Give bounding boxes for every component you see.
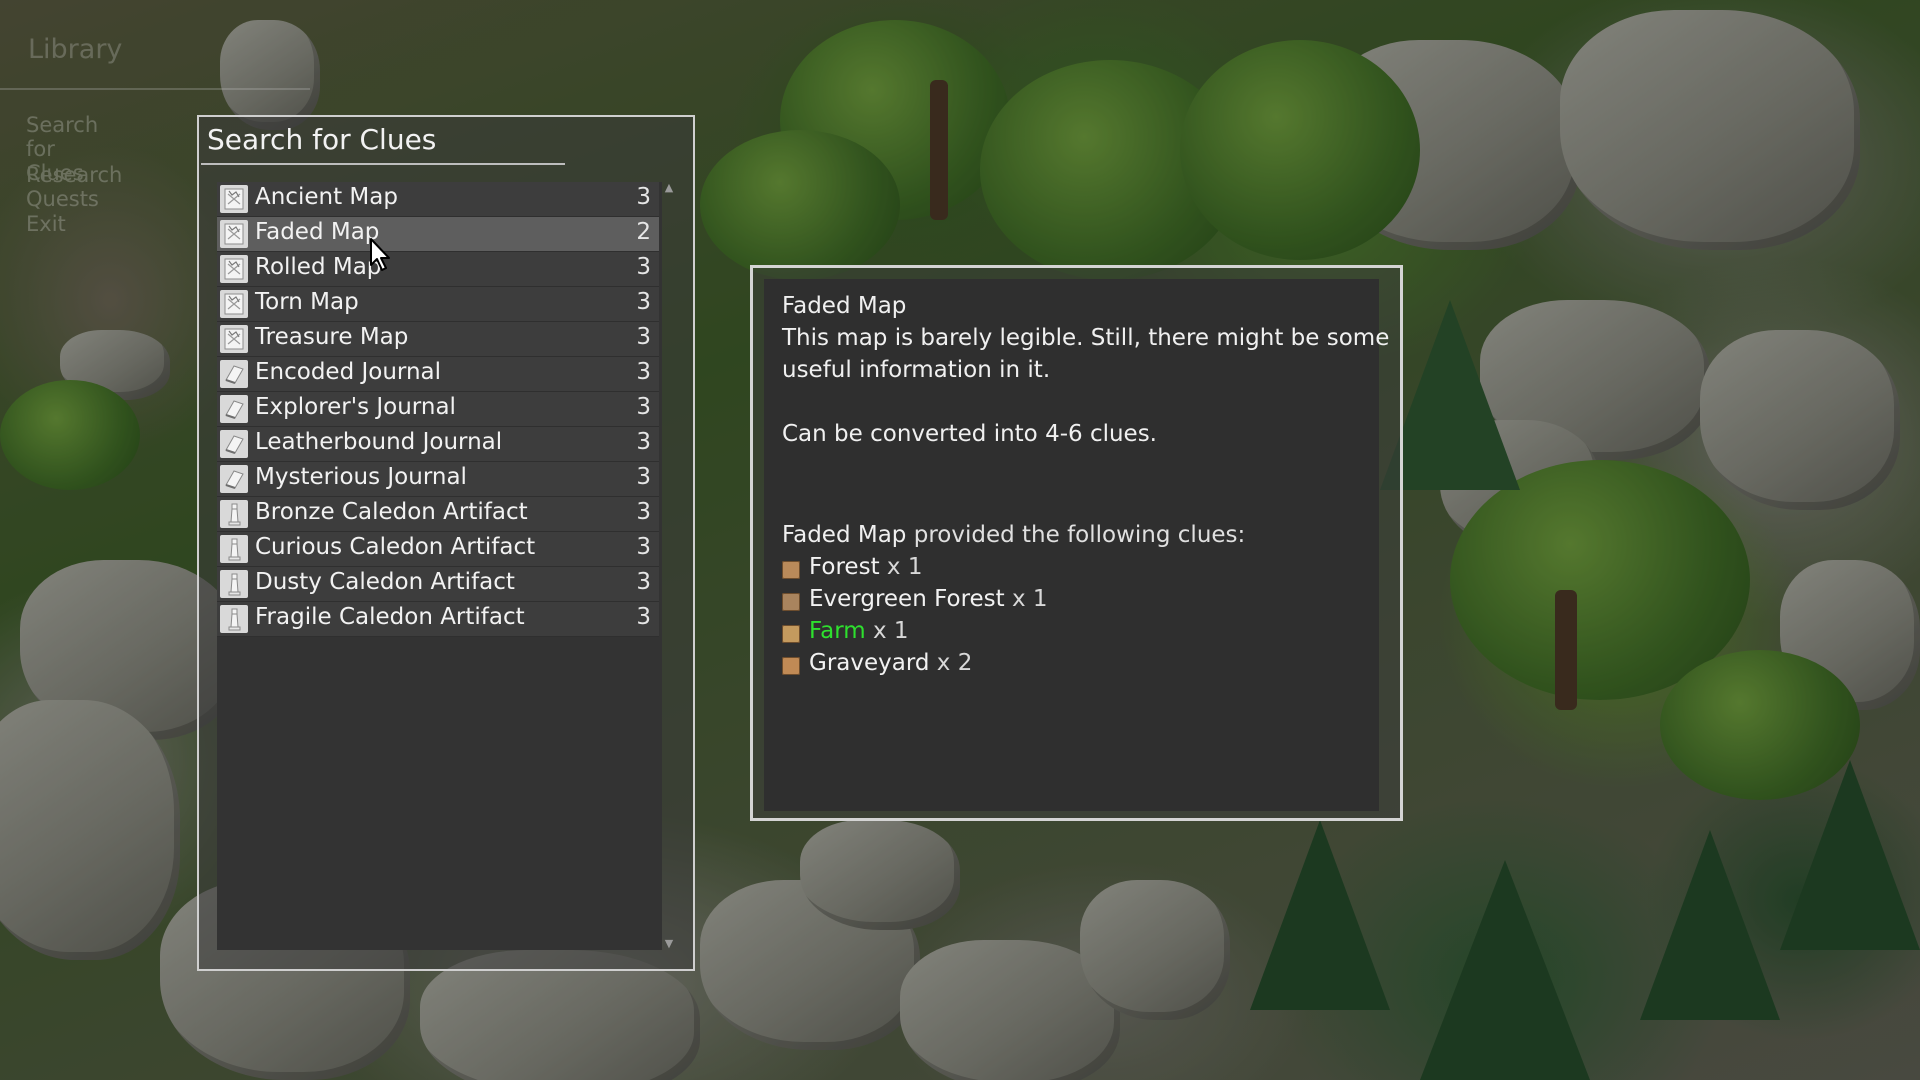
clue-item-row[interactable]: Ancient Map 3 xyxy=(217,182,659,217)
clue-item-row[interactable]: Treasure Map 3 xyxy=(217,322,659,357)
artifact-icon xyxy=(220,570,248,598)
clue-quantity: x 2 xyxy=(929,650,973,676)
clue-item-count: 3 xyxy=(636,604,651,630)
clue-item-count: 3 xyxy=(636,359,651,385)
clue-item-row[interactable]: Torn Map 3 xyxy=(217,287,659,322)
mouse-cursor-icon xyxy=(370,238,390,271)
clue-item-row[interactable]: Mysterious Journal 3 xyxy=(217,462,659,497)
clue-item-count: 3 xyxy=(636,569,651,595)
map-icon xyxy=(220,220,248,248)
clue-item-count: 3 xyxy=(636,464,651,490)
clue-item-name: Mysterious Journal xyxy=(255,464,467,490)
clue-item-name: Leatherbound Journal xyxy=(255,429,503,455)
clue-item-row[interactable]: Rolled Map 3 xyxy=(217,252,659,287)
clue-name: Graveyard xyxy=(809,650,930,676)
map-icon xyxy=(220,290,248,318)
detail-title: Faded Map xyxy=(782,293,907,319)
clue-name: Forest xyxy=(809,554,880,580)
clue-item-name: Explorer's Journal xyxy=(255,394,456,420)
clue-item-count: 3 xyxy=(636,534,651,560)
clue-item-list[interactable]: Ancient Map 3 Faded Map 2 Rolled Map 3 Torn Ma… xyxy=(217,182,662,950)
clue-item-row[interactable]: Encoded Journal 3 xyxy=(217,357,659,392)
clue-item-count: 3 xyxy=(636,289,651,315)
graveyard-tile-icon xyxy=(782,657,800,675)
clue-item-row[interactable]: Dusty Caledon Artifact 3 xyxy=(217,567,659,602)
detail-description-line: This map is barely legible. Still, there… xyxy=(782,325,1390,351)
journal-icon xyxy=(220,360,248,388)
artifact-icon xyxy=(220,500,248,528)
clue-item-name: Ancient Map xyxy=(255,184,398,210)
library-menu-item: Research Quests xyxy=(26,163,123,211)
clue-item-count: 3 xyxy=(636,499,651,525)
clue-name: Farm xyxy=(809,618,866,644)
clue-quantity: x 1 xyxy=(865,618,909,644)
journal-icon xyxy=(220,395,248,423)
clue-item-row[interactable]: Faded Map 2 xyxy=(217,217,659,252)
clue-item-count: 3 xyxy=(636,429,651,455)
clue-quantity: x 1 xyxy=(1004,586,1048,612)
clue-item-name: Dusty Caledon Artifact xyxy=(255,569,515,595)
clue-item-name: Fragile Caledon Artifact xyxy=(255,604,525,630)
clue-item-row[interactable]: Explorer's Journal 3 xyxy=(217,392,659,427)
search-for-clues-panel: Search for Clues Ancient Map 3 Faded Map 2 R… xyxy=(197,115,695,971)
map-icon xyxy=(220,185,248,213)
journal-icon xyxy=(220,430,248,458)
clue-item-name: Torn Map xyxy=(255,289,359,315)
evergreen-forest-tile-icon xyxy=(782,593,800,611)
provided-clues-heading: Faded Map provided the following clues: xyxy=(782,522,1245,548)
artifact-icon xyxy=(220,535,248,563)
clue-item-row[interactable]: Leatherbound Journal 3 xyxy=(217,427,659,462)
clue-item-name: Faded Map xyxy=(255,219,380,245)
clue-item-name: Bronze Caledon Artifact xyxy=(255,499,528,525)
farm-tile-icon xyxy=(782,625,800,643)
forest-tile-icon xyxy=(782,561,800,579)
journal-icon xyxy=(220,465,248,493)
clue-item-name: Rolled Map xyxy=(255,254,382,280)
item-detail-panel: Faded Map This map is barely legible. St… xyxy=(750,265,1403,821)
title-divider xyxy=(201,163,565,165)
map-icon xyxy=(220,255,248,283)
library-title: Library xyxy=(28,34,123,65)
detail-convert-text: Can be converted into 4-6 clues. xyxy=(782,421,1157,447)
clue-item-row[interactable]: Bronze Caledon Artifact 3 xyxy=(217,497,659,532)
clue-item-name: Treasure Map xyxy=(255,324,409,350)
clue-item-row[interactable]: Curious Caledon Artifact 3 xyxy=(217,532,659,567)
panel-title: Search for Clues xyxy=(207,123,437,156)
item-detail-content: Faded Map This map is barely legible. St… xyxy=(764,279,1389,811)
artifact-icon xyxy=(220,605,248,633)
clue-item-row[interactable]: Fragile Caledon Artifact 3 xyxy=(217,602,659,637)
library-menu-item: Exit xyxy=(26,212,66,236)
clue-item-count: 3 xyxy=(636,324,651,350)
clue-item-name: Encoded Journal xyxy=(255,359,442,385)
clue-item-count: 3 xyxy=(636,184,651,210)
scroll-down-arrow-icon[interactable]: ▼ xyxy=(662,938,676,950)
detail-description-line: useful information in it. xyxy=(782,357,1051,383)
clue-item-count: 3 xyxy=(636,394,651,420)
map-icon xyxy=(220,325,248,353)
library-title-rule xyxy=(0,88,310,90)
clue-item-name: Curious Caledon Artifact xyxy=(255,534,536,560)
clue-item-count: 3 xyxy=(636,254,651,280)
list-scrollbar[interactable]: ▲ ▼ xyxy=(662,182,676,950)
clue-name: Evergreen Forest xyxy=(809,586,1005,612)
provided-clues-suffix: provided the following clues: xyxy=(906,522,1246,548)
clue-item-count: 2 xyxy=(636,219,651,245)
clue-quantity: x 1 xyxy=(879,554,923,580)
scroll-up-arrow-icon[interactable]: ▲ xyxy=(662,182,676,194)
provided-item-name: Faded Map xyxy=(782,522,907,548)
